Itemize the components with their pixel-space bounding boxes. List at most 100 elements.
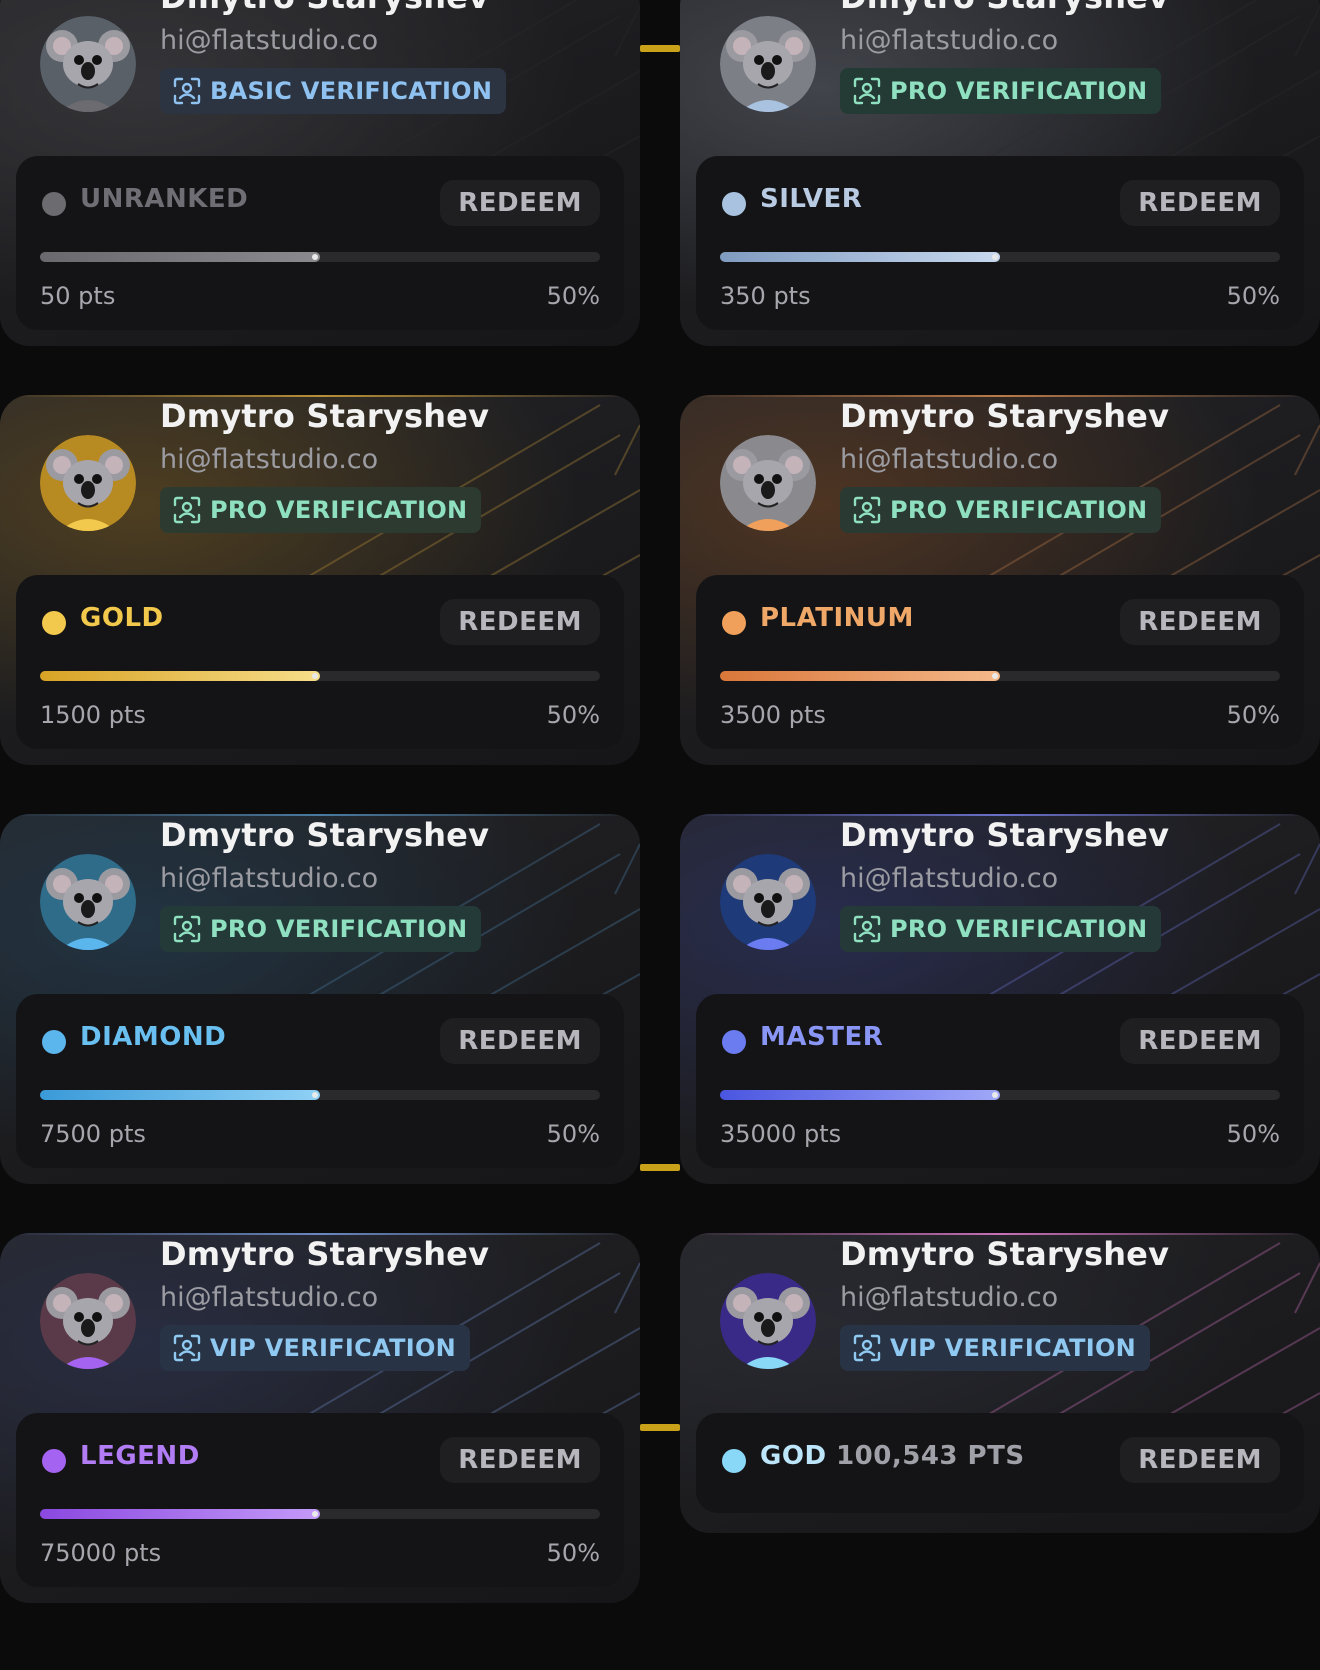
face-scan-icon: [173, 1334, 201, 1362]
koala-avatar-icon: [40, 1273, 136, 1369]
verification-label: PRO VERIFICATION: [210, 496, 468, 524]
tier-dot: [42, 611, 66, 635]
verification-badge: PRO VERIFICATION: [160, 906, 482, 952]
progress-percent: 50%: [1226, 282, 1280, 310]
verification-badge: PRO VERIFICATION: [840, 906, 1162, 952]
points-value: 1500 pts: [40, 701, 146, 729]
tier-name: GOD 100,543 PTS: [760, 1441, 1025, 1471]
points-value: 35000 pts: [720, 1120, 842, 1148]
progress-fill: [40, 671, 320, 681]
background-accent-line: [640, 1424, 680, 1431]
profile-tier-card: Dmytro Staryshev hi@flatstudio.co VIP VE…: [680, 1233, 1320, 1533]
face-scan-icon: [853, 77, 881, 105]
user-name: Dmytro Staryshev: [840, 816, 1170, 854]
tier-panel: GOLD REDEEM 1500 pts 50%: [16, 575, 624, 749]
user-email: hi@flatstudio.co: [840, 444, 1059, 475]
tier-panel: PLATINUM REDEEM 3500 pts 50%: [696, 575, 1304, 749]
avatar: [40, 16, 136, 112]
koala-avatar-icon: [40, 435, 136, 531]
progress-bar: [720, 671, 1280, 681]
points-value: 75000 pts: [40, 1539, 162, 1567]
avatar: [720, 16, 816, 112]
avatar: [720, 1273, 816, 1369]
tier-dot: [722, 1449, 746, 1473]
tier-name-text: MASTER: [760, 1022, 884, 1052]
tier-dot: [42, 192, 66, 216]
koala-avatar-icon: [720, 854, 816, 950]
user-email: hi@flatstudio.co: [160, 25, 379, 56]
verification-label: PRO VERIFICATION: [890, 496, 1148, 524]
user-email: hi@flatstudio.co: [840, 863, 1059, 894]
tier-name: LEGEND: [80, 1441, 200, 1471]
profile-tier-card: Dmytro Staryshev hi@flatstudio.co PRO VE…: [680, 814, 1320, 1184]
progress-knob: [312, 673, 318, 679]
tier-dot: [42, 1449, 66, 1473]
verification-label: PRO VERIFICATION: [890, 915, 1148, 943]
redeem-button[interactable]: REDEEM: [440, 1437, 600, 1483]
progress-bar: [720, 252, 1280, 262]
user-name: Dmytro Staryshev: [160, 816, 490, 854]
tier-name-text: LEGEND: [80, 1441, 200, 1471]
progress-fill: [40, 252, 320, 262]
tier-panel: MASTER REDEEM 35000 pts 50%: [696, 994, 1304, 1168]
progress-percent: 50%: [1226, 1120, 1280, 1148]
avatar: [720, 435, 816, 531]
verification-badge: BASIC VERIFICATION: [160, 68, 507, 114]
redeem-button[interactable]: REDEEM: [440, 599, 600, 645]
tier-panel: LEGEND REDEEM 75000 pts 50%: [16, 1413, 624, 1587]
tier-name-text: GOD: [760, 1441, 827, 1471]
background-accent-line: [640, 1164, 680, 1171]
progress-fill: [40, 1509, 320, 1519]
tier-panel: GOD 100,543 PTS REDEEM: [696, 1413, 1304, 1513]
progress-fill: [40, 1090, 320, 1100]
progress-bar: [40, 1090, 600, 1100]
user-email: hi@flatstudio.co: [840, 25, 1059, 56]
progress-knob: [992, 673, 998, 679]
profile-tier-card: Dmytro Staryshev hi@flatstudio.co BASIC …: [0, 0, 640, 346]
avatar: [40, 435, 136, 531]
redeem-button[interactable]: REDEEM: [1120, 599, 1280, 645]
points-value: 50 pts: [40, 282, 116, 310]
tier-dot: [722, 1030, 746, 1054]
avatar: [40, 1273, 136, 1369]
progress-knob: [992, 254, 998, 260]
tier-dot: [722, 611, 746, 635]
redeem-button[interactable]: REDEEM: [1120, 1018, 1280, 1064]
user-email: hi@flatstudio.co: [160, 444, 379, 475]
koala-avatar-icon: [720, 16, 816, 112]
tier-name: DIAMOND: [80, 1022, 226, 1052]
verification-badge: VIP VERIFICATION: [160, 1325, 471, 1371]
user-name: Dmytro Staryshev: [160, 397, 490, 435]
progress-percent: 50%: [546, 1120, 600, 1148]
progress-bar: [40, 252, 600, 262]
tier-name: PLATINUM: [760, 603, 914, 633]
user-name: Dmytro Staryshev: [160, 1235, 490, 1273]
user-email: hi@flatstudio.co: [840, 1282, 1059, 1313]
redeem-button[interactable]: REDEEM: [1120, 1437, 1280, 1483]
face-scan-icon: [173, 77, 201, 105]
user-name: Dmytro Staryshev: [840, 0, 1169, 16]
progress-percent: 50%: [1226, 701, 1280, 729]
redeem-button[interactable]: REDEEM: [440, 180, 600, 226]
points-value: 7500 pts: [40, 1120, 146, 1148]
points-value: 350 pts: [720, 282, 811, 310]
tier-name-text: SILVER: [760, 184, 863, 214]
tier-panel: DIAMOND REDEEM 7500 pts 50%: [16, 994, 624, 1168]
progress-knob: [312, 1092, 318, 1098]
verification-label: BASIC VERIFICATION: [210, 77, 493, 105]
profile-tier-card: Dmytro Staryshev hi@flatstudio.co PRO VE…: [0, 395, 640, 765]
progress-fill: [720, 252, 1000, 262]
profile-tier-card: Dmytro Staryshev hi@flatstudio.co VIP VE…: [0, 1233, 640, 1603]
progress-percent: 50%: [546, 1539, 600, 1567]
verification-label: PRO VERIFICATION: [210, 915, 468, 943]
tier-name: SILVER: [760, 184, 862, 214]
face-scan-icon: [173, 496, 201, 524]
redeem-button[interactable]: REDEEM: [1120, 180, 1280, 226]
tier-dot: [42, 1030, 66, 1054]
redeem-button[interactable]: REDEEM: [440, 1018, 600, 1064]
verification-label: PRO VERIFICATION: [890, 77, 1148, 105]
progress-bar: [40, 1509, 600, 1519]
face-scan-icon: [853, 1334, 881, 1362]
verification-badge: PRO VERIFICATION: [840, 487, 1162, 533]
user-name: Dmytro Staryshev: [840, 1235, 1170, 1273]
